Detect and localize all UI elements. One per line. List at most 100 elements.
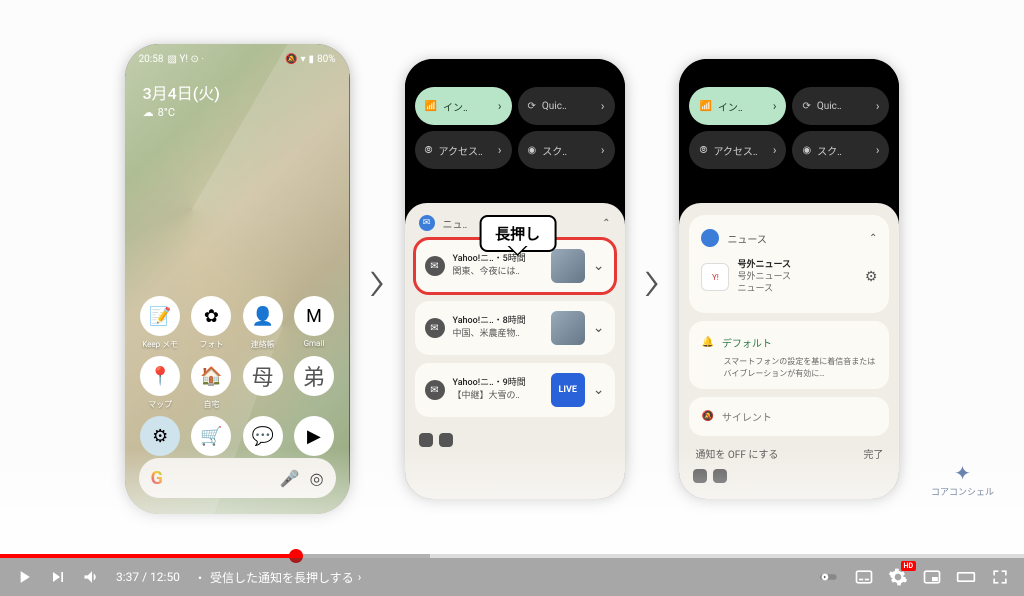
- notification-thumbnail: [551, 311, 585, 345]
- app-grid: 📝Keep メモ✿ フォト 👤連絡帳M Gmail 📍マップ🏠自宅母弟 ⚙🛒💬 ▶: [137, 296, 338, 459]
- qs-tile[interactable]: ⦾アクセス‥›: [689, 131, 786, 169]
- app-label: Gmail: [304, 339, 325, 348]
- social-icons-row: [689, 461, 889, 483]
- miniplayer-button[interactable]: [922, 567, 942, 587]
- notification-card[interactable]: ✉Yahoo!ニ‥・8時間中国、米農産物‥⌄: [415, 301, 615, 355]
- chevron-right-icon: ›: [498, 143, 502, 157]
- chevron-down-icon[interactable]: ⌄: [593, 320, 605, 336]
- status-time: 20:58: [139, 54, 164, 65]
- app-icon[interactable]: 💬: [239, 416, 286, 459]
- next-button[interactable]: [48, 567, 68, 587]
- notification-title: Yahoo!ニ‥・9時間: [453, 378, 543, 390]
- play-button[interactable]: [14, 567, 34, 587]
- watermark-icon: ✦: [931, 461, 994, 485]
- qs-icon: 📶: [699, 101, 711, 112]
- qs-label: イン‥: [443, 99, 468, 114]
- app-icon-graphic: 📍: [140, 356, 180, 396]
- search-bar[interactable]: G 🎤 ◎: [139, 458, 336, 498]
- chevron-up-icon: ⌃: [869, 233, 877, 244]
- app-icon-graphic: 弟: [294, 356, 334, 396]
- autoplay-toggle[interactable]: [820, 567, 840, 587]
- phone-homescreen: 20:58 ▧ Y! ⊙ · 🔕 ▾ ▮ 80% 3月4日(火) ☁8°C 📝K…: [125, 44, 350, 514]
- mic-icon[interactable]: 🎤: [280, 469, 300, 488]
- app-icon-graphic: M: [294, 296, 334, 336]
- weather-icon: ☁: [143, 106, 154, 119]
- quick-settings-panel: 📶イン‥›⟳Quic‥›⦾アクセス‥›◉スク‥›: [405, 59, 625, 203]
- notification-app-icon: ✉: [425, 318, 445, 338]
- qs-tile[interactable]: ◉スク‥›: [792, 131, 889, 169]
- app-icon[interactable]: 📝Keep メモ: [137, 296, 184, 350]
- app-icon-graphic: ▶: [294, 416, 334, 456]
- battery-icon: ▮: [308, 54, 314, 65]
- home-date-widget[interactable]: 3月4日(火) ☁8°C: [143, 80, 220, 119]
- notification-body: 関東、今夜には‥: [453, 267, 543, 279]
- quick-settings-panel: 📶 イン‥ › ⟳Quic‥›⦾アクセス‥›◉スク‥›: [679, 59, 899, 203]
- qs-tile[interactable]: ◉スク‥›: [518, 131, 615, 169]
- app-label: Keep メモ: [142, 339, 178, 350]
- notification-sheet: ✉ ニュ‥ ⌃ 長押し ✉Yahoo!ニ‥・5時間関東、今夜には‥⌄✉Yahoo…: [405, 203, 625, 499]
- chevron-right-icon: ›: [773, 99, 777, 113]
- app-subtitle-1: 号外ニュース: [737, 271, 856, 283]
- app-icon[interactable]: 🏠自宅: [188, 356, 235, 410]
- qs-icon: ◉: [528, 145, 537, 156]
- wifi-icon: ▾: [300, 54, 305, 65]
- expanded-header[interactable]: ニュース ⌃: [699, 225, 879, 251]
- phone-notification-options: 23:29 3月4日(火) 🔕 ▾ ▮ 77% 📶イン‥›⟳Quic‥›⦾アクセ…: [679, 59, 899, 499]
- app-icon-graphic: ✿: [191, 296, 231, 336]
- fullscreen-button[interactable]: [990, 567, 1010, 587]
- qs-tile[interactable]: ⟳Quic‥›: [518, 87, 615, 125]
- app-icon[interactable]: 📍マップ: [137, 356, 184, 410]
- qs-tile[interactable]: ⦾アクセス‥›: [415, 131, 512, 169]
- app-icon[interactable]: 👤連絡帳: [239, 296, 286, 350]
- chevron-down-icon[interactable]: ⌄: [593, 382, 605, 398]
- battery-percent: 80%: [317, 54, 336, 65]
- qs-label: アクセス‥: [439, 143, 483, 158]
- qs-icon: ⟳: [528, 101, 536, 112]
- qs-icon: ◉: [802, 145, 811, 156]
- qs-tile[interactable]: 📶 イン‥ ›: [689, 87, 786, 125]
- option-default-card[interactable]: 🔔 デフォルト スマートフォンの設定を基に着信音またはバイブレーションが有効に…: [689, 321, 889, 388]
- notification-title: Yahoo!ニ‥・5時間: [453, 254, 543, 266]
- app-label: 自宅: [203, 399, 219, 410]
- chevron-up-icon: ⌃: [602, 218, 610, 229]
- app-icon[interactable]: ⚙: [137, 416, 184, 459]
- lens-icon[interactable]: ◎: [310, 469, 324, 488]
- option-silent-card[interactable]: 🔕 サイレント: [689, 397, 889, 436]
- app-icon[interactable]: 弟: [290, 356, 337, 410]
- app-icon[interactable]: M Gmail: [290, 296, 337, 350]
- watermark-label: コアコンシェル: [931, 485, 994, 498]
- app-icon[interactable]: ▶: [290, 416, 337, 459]
- theater-button[interactable]: [956, 567, 976, 587]
- chevron-right-icon: ›: [358, 570, 362, 584]
- turn-off-button[interactable]: 通知を OFF にする: [695, 446, 778, 461]
- app-icon[interactable]: 母: [239, 356, 286, 410]
- chevron-down-icon[interactable]: ⌄: [593, 258, 605, 274]
- captions-button[interactable]: [854, 567, 874, 587]
- app-icon-graphic: 母: [243, 356, 283, 396]
- app-label: フォト: [199, 339, 223, 350]
- app-icon[interactable]: 🛒: [188, 416, 235, 459]
- qs-label: イン‥: [718, 99, 743, 114]
- gear-icon[interactable]: ⚙: [865, 269, 878, 285]
- app-icon-graphic: 💬: [243, 416, 283, 456]
- qs-icon: 📶: [425, 101, 437, 112]
- option-silent-label: サイレント: [722, 409, 772, 424]
- qs-tile[interactable]: 📶 イン‥ ›: [415, 87, 512, 125]
- arrow-icon: ›: [368, 242, 387, 317]
- notification-body: 【中継】大雪の‥: [453, 391, 543, 403]
- qs-tile[interactable]: ⟳Quic‥›: [792, 87, 889, 125]
- quick-settings-grid: 📶 イン‥ › ⟳Quic‥›⦾アクセス‥›◉スク‥›: [679, 87, 899, 169]
- app-icon[interactable]: ✿ フォト: [188, 296, 235, 350]
- chevron-right-icon: ›: [498, 99, 502, 113]
- done-button[interactable]: 完了: [863, 446, 883, 461]
- notification-title: Yahoo!ニ‥・8時間: [453, 316, 543, 328]
- notification-card[interactable]: ✉Yahoo!ニ‥・9時間【中継】大雪の‥LIVE⌄: [415, 363, 615, 417]
- settings-button[interactable]: [888, 567, 908, 587]
- qs-label: スク‥: [542, 143, 567, 158]
- qs-icon: ⟳: [802, 101, 810, 112]
- chapter-button[interactable]: ・受信した通知を長押しする ›: [194, 569, 361, 586]
- news-app-icon: [701, 229, 719, 247]
- app-icon-graphic: ⚙: [140, 416, 180, 456]
- news-app-icon: ✉: [419, 215, 435, 231]
- volume-button[interactable]: [82, 567, 102, 587]
